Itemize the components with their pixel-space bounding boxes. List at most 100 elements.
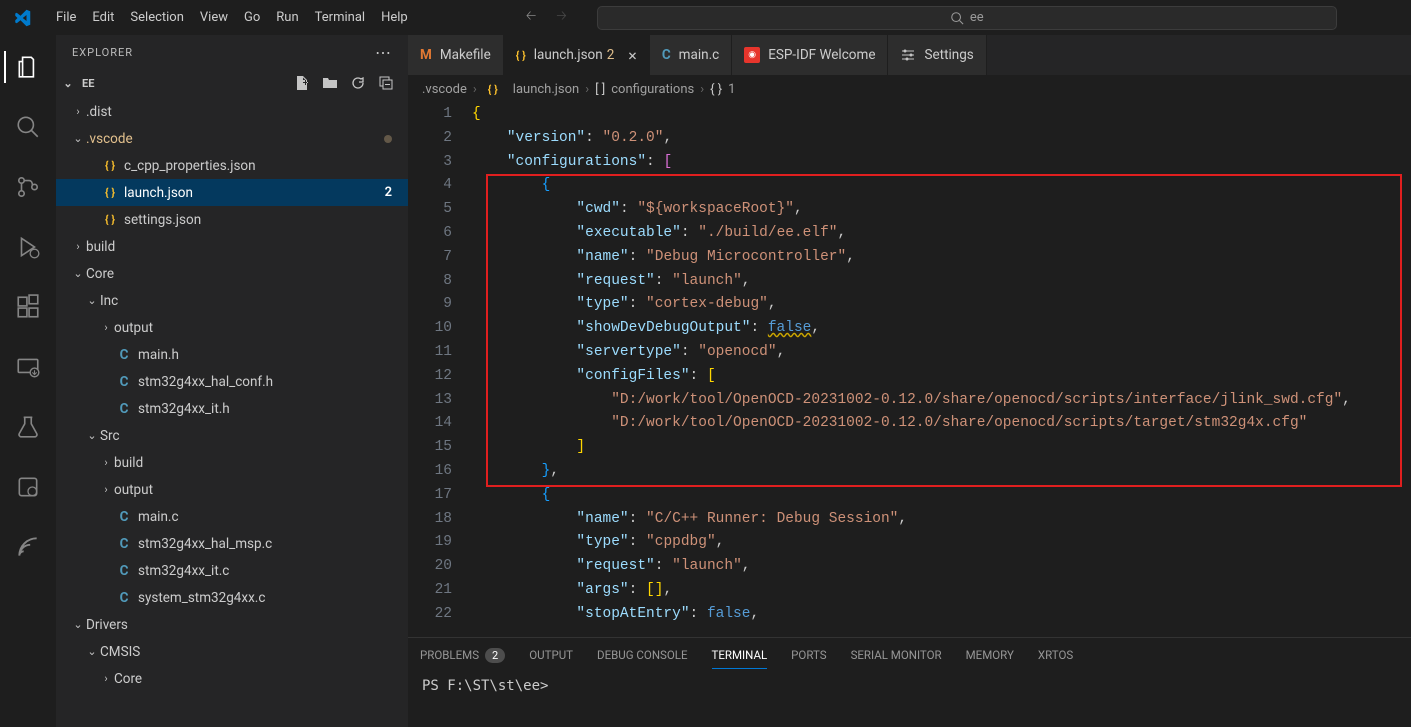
tree-label: .vscode (86, 131, 133, 147)
sidebar-more-icon[interactable]: ⋯ (375, 43, 392, 62)
c-icon: C (114, 590, 134, 606)
menu-go[interactable]: Go (236, 6, 268, 29)
tab-settings[interactable]: Settings (888, 35, 986, 75)
menu-view[interactable]: View (192, 6, 236, 29)
breadcrumb-seg: 1 (728, 82, 735, 97)
main-content: EXPLORER ⋯ ⌄ EE ›.dist⌄.vscode{ }c_cpp_p… (0, 35, 1411, 727)
chevron-down-icon: ⌄ (70, 132, 86, 145)
line-number: 8 (408, 270, 452, 294)
tab-launch-json[interactable]: { }launch.json2× (504, 35, 650, 75)
folder-item[interactable]: ⌄Inc (56, 287, 408, 314)
json-icon: { } (483, 83, 503, 96)
tab-label: Settings (924, 47, 973, 63)
c-icon: C (662, 47, 671, 63)
panel-tab-xrtos[interactable]: XRTOS (1038, 642, 1073, 668)
c-icon: C (114, 536, 134, 552)
folder-item[interactable]: ›.dist (56, 98, 408, 125)
new-file-icon[interactable] (294, 75, 310, 91)
tab-esp-idf-welcome[interactable]: ◉ ESP-IDF Welcome (732, 35, 888, 75)
folder-item[interactable]: ›build (56, 233, 408, 260)
panel-tab-debug-console[interactable]: DEBUG CONSOLE (597, 642, 687, 668)
sidebar-section-header[interactable]: ⌄ EE (56, 70, 408, 96)
file-item[interactable]: Cstm32g4xx_it.c (56, 557, 408, 584)
line-number: 20 (408, 555, 452, 579)
activity-remote-icon[interactable] (4, 343, 52, 391)
menu-terminal[interactable]: Terminal (307, 6, 373, 29)
settings-icon (900, 47, 916, 63)
folder-item[interactable]: ›build (56, 449, 408, 476)
folder-item[interactable]: ⌄.vscode (56, 125, 408, 152)
activity-explorer-icon[interactable] (4, 43, 52, 91)
chevron-right-icon: › (585, 82, 589, 97)
line-number: 9 (408, 293, 452, 317)
breadcrumb[interactable]: .vscode › { } launch.json › [ ] configur… (408, 75, 1411, 103)
file-item[interactable]: { }launch.json2 (56, 179, 408, 206)
file-item[interactable]: Csystem_stm32g4xx.c (56, 584, 408, 611)
menu-selection[interactable]: Selection (122, 6, 191, 29)
panel-tab-terminal[interactable]: TERMINAL (712, 642, 768, 669)
activity-search-icon[interactable] (4, 103, 52, 151)
activity-extensions-icon[interactable] (4, 283, 52, 331)
c-icon: C (114, 347, 134, 363)
folder-item[interactable]: ⌄CMSIS (56, 638, 408, 665)
tab-label: ESP-IDF Welcome (768, 47, 875, 63)
folder-item[interactable]: ›output (56, 476, 408, 503)
editor-tabs: MMakefile{ }launch.json2×Cmain.c◉ESP-IDF… (408, 35, 1411, 75)
chevron-right-icon: › (98, 456, 114, 469)
activity-testing-icon[interactable] (4, 403, 52, 451)
tree-label: main.c (138, 509, 179, 525)
activity-esp-icon[interactable] (4, 523, 52, 571)
menu-run[interactable]: Run (268, 6, 306, 29)
code-editor[interactable]: 12345678910111213141516171819202122 { "v… (408, 103, 1411, 637)
code-line: }, (472, 460, 1411, 484)
code-line: "showDevDebugOutput": false, (472, 317, 1411, 341)
folder-item[interactable]: ⌄Drivers (56, 611, 408, 638)
folder-item[interactable]: ›Core (56, 665, 408, 692)
file-item[interactable]: Cstm32g4xx_it.h (56, 395, 408, 422)
file-item[interactable]: Cmain.c (56, 503, 408, 530)
menu-help[interactable]: Help (373, 6, 416, 29)
line-number: 13 (408, 389, 452, 413)
tab-modified-suffix: 2 (607, 47, 615, 63)
activity-bar (0, 35, 56, 727)
folder-item[interactable]: ⌄Core (56, 260, 408, 287)
collapse-icon[interactable] (378, 75, 394, 91)
nav-forward-icon[interactable]: 🡢 (550, 5, 573, 31)
close-icon[interactable]: × (628, 46, 637, 65)
new-folder-icon[interactable] (322, 75, 338, 91)
code-line: ] (472, 436, 1411, 460)
code-line: "configFiles": [ (472, 365, 1411, 389)
terminal-output[interactable]: PS F:\ST\st\ee> (408, 672, 1411, 727)
code-line: "type": "cortex-debug", (472, 293, 1411, 317)
espidf-icon: ◉ (744, 47, 760, 63)
file-item[interactable]: Cstm32g4xx_hal_conf.h (56, 368, 408, 395)
tree-label: .dist (86, 104, 112, 120)
panel-tab-serial-monitor[interactable]: SERIAL MONITOR (851, 642, 942, 668)
search-input[interactable]: ee (597, 6, 1337, 30)
line-number: 14 (408, 412, 452, 436)
folder-item[interactable]: ⌄Src (56, 422, 408, 449)
activity-cmake-icon[interactable] (4, 463, 52, 511)
file-item[interactable]: Cmain.h (56, 341, 408, 368)
refresh-icon[interactable] (350, 75, 366, 91)
file-item[interactable]: { }c_cpp_properties.json (56, 152, 408, 179)
tab-makefile[interactable]: MMakefile (408, 35, 504, 75)
file-item[interactable]: Cstm32g4xx_hal_msp.c (56, 530, 408, 557)
code-line: { (472, 484, 1411, 508)
tree-label: build (114, 455, 143, 471)
tab-main-c[interactable]: Cmain.c (650, 35, 732, 75)
menu-edit[interactable]: Edit (84, 6, 122, 29)
activity-debug-icon[interactable] (4, 223, 52, 271)
folder-item[interactable]: ›output (56, 314, 408, 341)
menu-file[interactable]: File (48, 6, 84, 29)
chevron-right-icon: › (98, 483, 114, 496)
panel-tab-ports[interactable]: PORTS (791, 642, 826, 668)
panel-tab-memory[interactable]: MEMORY (966, 642, 1014, 668)
panel-tab-output[interactable]: OUTPUT (529, 642, 573, 668)
search-text: ee (970, 10, 984, 25)
activity-scm-icon[interactable] (4, 163, 52, 211)
panel-tab-problems[interactable]: PROBLEMS2 (420, 642, 505, 668)
nav-back-icon[interactable]: 🡠 (520, 5, 543, 31)
file-item[interactable]: { }settings.json (56, 206, 408, 233)
tree-label: Core (86, 266, 114, 282)
